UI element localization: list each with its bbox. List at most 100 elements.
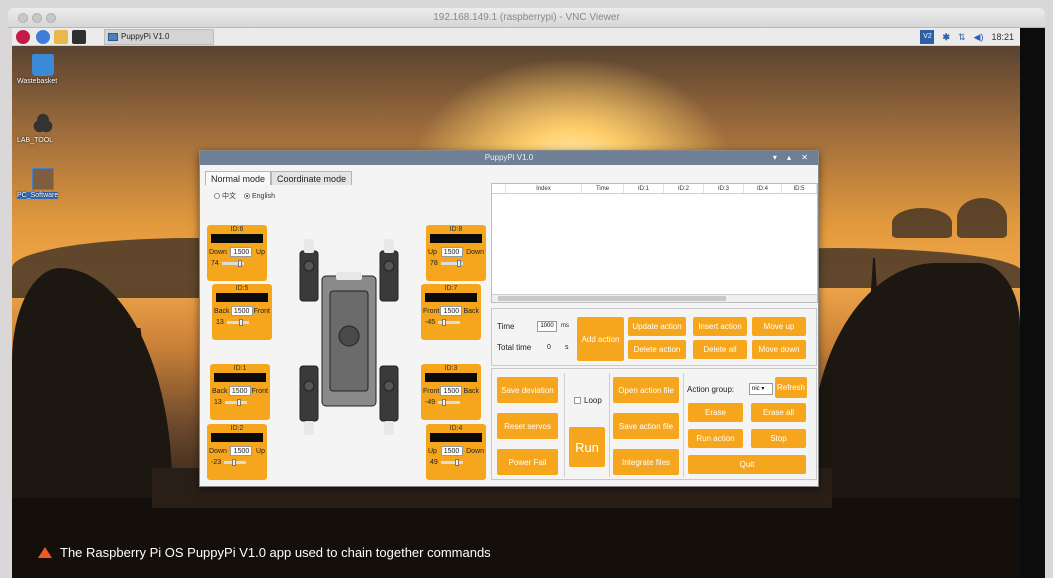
servo-left-label: Front xyxy=(423,387,440,395)
servo-value-input[interactable]: 1500 xyxy=(440,386,463,396)
loop-checkbox[interactable] xyxy=(574,397,581,404)
servo-slider[interactable] xyxy=(440,260,463,267)
column-header[interactable]: ID:1 xyxy=(624,184,664,193)
power-fail-button[interactable]: Power Fail xyxy=(497,449,558,475)
total-time-value: 0 xyxy=(547,344,551,351)
servo-value-input[interactable]: 1500 xyxy=(440,446,463,456)
column-header[interactable]: Index xyxy=(506,184,582,193)
window-controls[interactable]: ▾ ▴ ✕ xyxy=(773,151,812,165)
stop-button[interactable]: Stop xyxy=(751,429,806,448)
system-tray: V2 ✱ ⇅ ◀) 18:21 xyxy=(920,30,1014,44)
action-edit-panel: Time 1000 ms Total time 0 s Add action U… xyxy=(491,308,817,366)
servo-slider[interactable] xyxy=(221,260,244,267)
servo-angle: 49 xyxy=(430,459,438,466)
desktop-icon-lab-tool[interactable]: LAB_TOOL xyxy=(17,113,69,144)
servo-panel-id3: ID:3 Front 1500 Back -49 xyxy=(421,364,481,420)
run-button[interactable]: Run xyxy=(569,427,605,467)
save-action-file-button[interactable]: Save action file xyxy=(613,413,679,439)
horizontal-scrollbar[interactable] xyxy=(492,294,817,302)
vnc-titlebar: 192.168.149.1 (raspberrypi) - VNC Viewer xyxy=(8,8,1045,28)
desktop-icon-pc-software[interactable]: PC_Software xyxy=(17,168,69,199)
servo-right-label: Back xyxy=(463,307,479,315)
quit-button[interactable]: Quit xyxy=(688,455,806,474)
table-header: Index Time ID:1 ID:2 ID:3 ID:4 ID:5 xyxy=(492,184,817,194)
bluetooth-icon[interactable]: ✱ xyxy=(942,32,950,43)
delete-action-button[interactable]: Delete action xyxy=(628,340,686,359)
erase-button[interactable]: Erase xyxy=(688,403,743,422)
erase-all-button[interactable]: Erase all xyxy=(751,403,806,422)
insert-action-button[interactable]: Insert action xyxy=(693,317,747,336)
column-header[interactable]: ID:2 xyxy=(664,184,704,193)
save-deviation-button[interactable]: Save deviation xyxy=(497,377,558,403)
reset-servos-button[interactable]: Reset servos xyxy=(497,413,558,439)
action-group-label: Action group: xyxy=(687,385,735,394)
servo-value-input[interactable]: 1500 xyxy=(440,247,463,257)
servo-slider[interactable] xyxy=(224,459,247,466)
servo-right-label: Down xyxy=(466,248,484,256)
servo-left-label: Up xyxy=(428,447,437,455)
servo-id-label: ID:1 xyxy=(233,365,247,372)
column-header[interactable]: ID:3 xyxy=(704,184,744,193)
action-group-select[interactable]: nic ▾ xyxy=(749,383,773,395)
taskbar-app-label: PuppyPi V1.0 xyxy=(121,32,170,41)
servo-slider[interactable] xyxy=(438,319,461,326)
robot-diagram xyxy=(299,239,399,435)
folder-icon[interactable] xyxy=(54,30,68,44)
column-header[interactable]: ID:5 xyxy=(782,184,817,193)
delete-all-button[interactable]: Delete all xyxy=(693,340,747,359)
servo-display xyxy=(211,433,263,442)
servo-value-input[interactable]: 1500 xyxy=(230,446,253,456)
servo-value-input[interactable]: 1500 xyxy=(230,306,253,316)
move-down-button[interactable]: Move down xyxy=(752,340,806,359)
taskbar-app-button[interactable]: PuppyPi V1.0 xyxy=(104,29,214,45)
divider xyxy=(683,373,684,477)
terminal-icon[interactable] xyxy=(72,30,86,44)
servo-value-input[interactable]: 1500 xyxy=(230,247,253,257)
loop-label: Loop xyxy=(584,396,602,405)
desktop-icon-wastebasket[interactable]: Wastebasket xyxy=(17,54,69,85)
servo-slider[interactable] xyxy=(226,319,249,326)
action-table[interactable]: Index Time ID:1 ID:2 ID:3 ID:4 ID:5 xyxy=(491,183,818,303)
servo-angle: 74 xyxy=(211,260,219,267)
tab-coordinate-mode[interactable]: Coordinate mode xyxy=(271,171,353,185)
divider xyxy=(564,373,565,477)
caption-text: The Raspberry Pi OS PuppyPi V1.0 app use… xyxy=(60,545,491,560)
scrollbar-thumb[interactable] xyxy=(498,296,726,301)
servo-panel-id5: ID:5 Back 1500 Front 13 xyxy=(212,284,272,340)
network-icon[interactable]: ⇅ xyxy=(958,32,966,43)
column-header[interactable]: ID:4 xyxy=(744,184,782,193)
update-action-button[interactable]: Update action xyxy=(628,317,686,336)
time-input[interactable]: 1000 xyxy=(537,321,557,332)
servo-display xyxy=(211,234,263,243)
add-action-button[interactable]: Add action xyxy=(577,317,624,361)
lang-option-chinese[interactable]: 中文 xyxy=(214,191,236,201)
servo-left-label: Up xyxy=(428,248,437,256)
servo-slider[interactable] xyxy=(440,459,463,466)
lang-option-english[interactable]: English xyxy=(244,193,275,200)
volume-icon[interactable]: ◀) xyxy=(974,32,984,43)
servo-right-label: Up xyxy=(256,447,265,455)
servo-slider[interactable] xyxy=(224,399,247,406)
servo-display xyxy=(425,293,477,302)
servo-id-label: ID:7 xyxy=(444,285,458,292)
tab-normal-mode[interactable]: Normal mode xyxy=(205,171,272,185)
open-action-file-button[interactable]: Open action file xyxy=(613,377,679,403)
servo-left-label: Down xyxy=(209,447,227,455)
servo-left-label: Front xyxy=(423,307,440,315)
servo-value-input[interactable]: 1500 xyxy=(228,386,251,396)
servo-slider[interactable] xyxy=(438,399,461,406)
app-title: PuppyPi V1.0 xyxy=(484,153,534,162)
run-action-button[interactable]: Run action xyxy=(688,429,743,448)
lang-label: 中文 xyxy=(222,193,236,200)
browser-icon[interactable] xyxy=(36,30,50,44)
integrate-files-button[interactable]: Integrate files xyxy=(613,449,679,475)
desktop-icon-label: LAB_TOOL xyxy=(17,137,54,144)
vnc-server-icon[interactable]: V2 xyxy=(920,30,935,44)
language-selector: 中文 English xyxy=(214,191,275,201)
refresh-button[interactable]: Refresh xyxy=(775,377,807,398)
servo-value-input[interactable]: 1500 xyxy=(440,306,463,316)
raspberry-menu-icon[interactable] xyxy=(16,30,30,44)
servo-angle: 78 xyxy=(430,260,438,267)
move-up-button[interactable]: Move up xyxy=(752,317,806,336)
column-header[interactable]: Time xyxy=(582,184,624,193)
